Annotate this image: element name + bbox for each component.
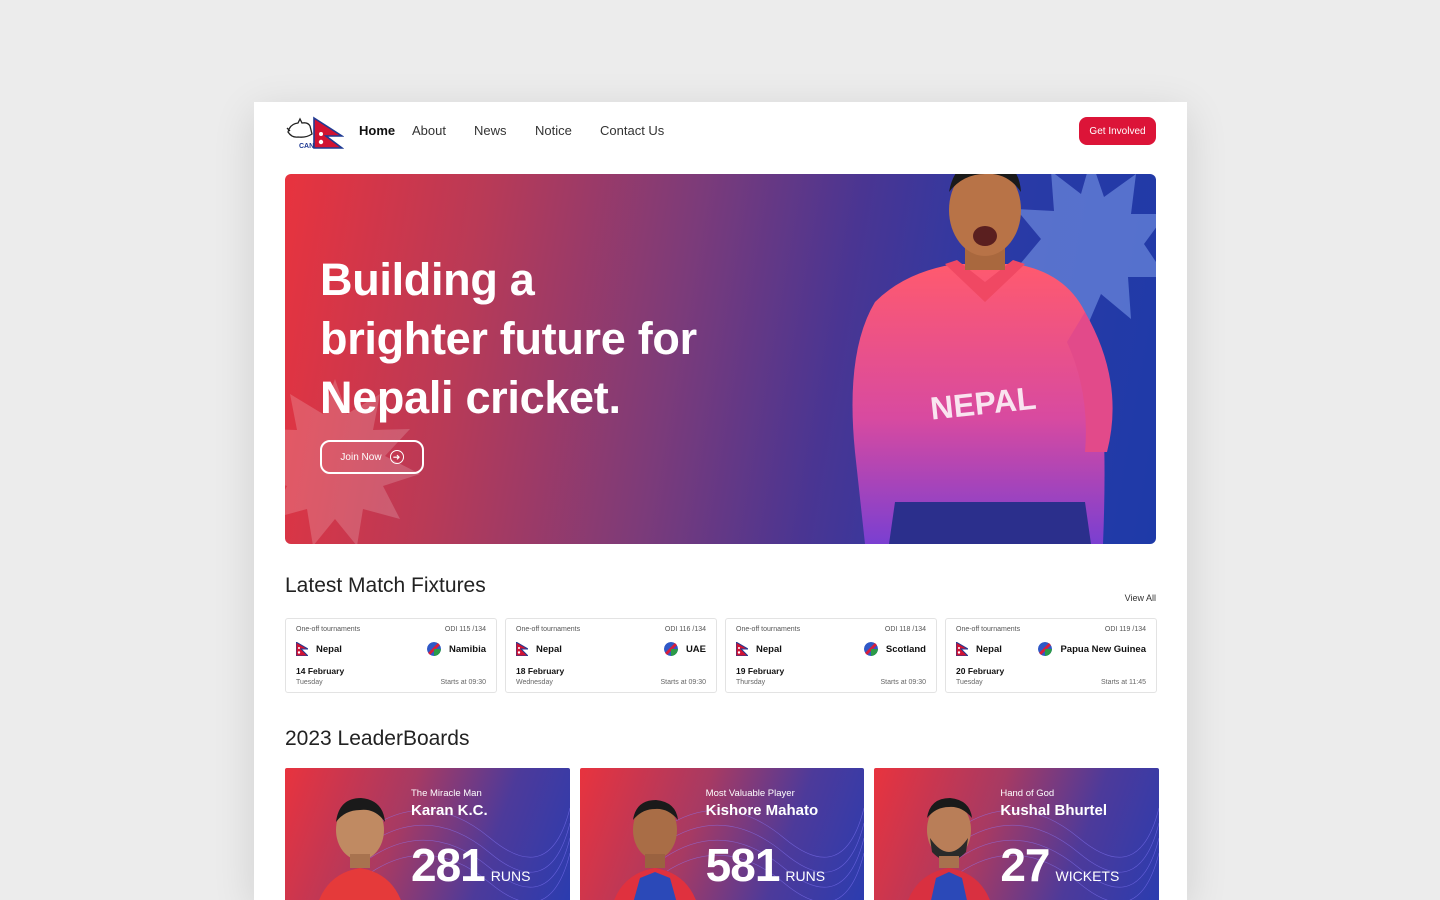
nepal-flag-icon	[956, 642, 968, 656]
fixture-tournament: One-off tournaments	[516, 626, 581, 633]
nav-contact[interactable]: Contact Us	[600, 123, 680, 138]
nepal-flag-icon	[736, 642, 748, 656]
fixture-time: Starts at 09:30	[440, 679, 486, 686]
leader-stat: 581 RUNS	[706, 838, 825, 892]
fixtures-title: Latest Match Fixtures	[285, 574, 486, 597]
join-now-button[interactable]: Join Now ➜	[320, 440, 424, 474]
home-team: Nepal	[956, 642, 1002, 656]
away-team-name: Papua New Guinea	[1060, 643, 1146, 655]
namibia-flag-icon	[1038, 642, 1053, 656]
fixture-card[interactable]: One-off tournaments ODI 119 /134 Nepal P…	[945, 618, 1157, 693]
leader-subtitle: The Miracle Man	[411, 788, 482, 799]
leader-stat: 27 WICKETS	[1000, 838, 1119, 892]
namibia-flag-icon	[863, 642, 878, 656]
home-team-name: Nepal	[976, 643, 1002, 655]
leader-stat-value: 27	[1000, 839, 1050, 891]
namibia-flag-icon	[663, 642, 678, 656]
leader-stat-unit: RUNS	[785, 868, 826, 884]
home-team: Nepal	[736, 642, 782, 656]
view-all-link[interactable]: View All	[1125, 593, 1156, 603]
fixture-code: ODI 116 /134	[664, 626, 706, 633]
fixture-tournament: One-off tournaments	[736, 626, 801, 633]
away-team-name: UAE	[685, 643, 706, 655]
fixture-time: Starts at 11:45	[1100, 679, 1146, 686]
leaderboard-card[interactable]: Most Valuable Player Kishore Mahato 581 …	[579, 768, 865, 900]
player-avatar	[319, 798, 401, 900]
fixture-day: Thursday	[736, 679, 766, 686]
player-avatar	[908, 798, 991, 900]
away-team: Papua New Guinea	[1038, 642, 1146, 656]
fixture-code: ODI 115 /134	[444, 626, 486, 633]
home-team: Nepal	[516, 642, 562, 656]
home-team-name: Nepal	[316, 643, 342, 655]
hero-headline: Building a brighter future for Nepali cr…	[320, 250, 740, 427]
leader-name: Kushal Bhurtel	[1000, 802, 1108, 819]
can-logo[interactable]: CAN	[286, 114, 344, 150]
fixture-day: Tuesday	[956, 679, 983, 686]
home-team-name: Nepal	[536, 643, 562, 655]
top-navigation: CAN Home About News Notice Contact Us Ge…	[254, 102, 1187, 162]
fixture-date: 20 February	[956, 666, 1005, 676]
leader-stat-value: 281	[411, 839, 486, 891]
leader-stat-value: 581	[705, 839, 781, 891]
fixture-tournament: One-off tournaments	[296, 626, 361, 633]
away-team: Scotland	[863, 642, 926, 656]
nav-about[interactable]: About	[412, 123, 474, 138]
leader-subtitle: Most Valuable Player	[705, 788, 795, 799]
arrow-right-icon: ➜	[389, 450, 404, 464]
website-page: CAN Home About News Notice Contact Us Ge…	[254, 102, 1187, 900]
fixture-date: 19 February	[736, 666, 785, 676]
fixture-tournament: One-off tournaments	[956, 626, 1021, 633]
fixture-card[interactable]: One-off tournaments ODI 115 /134 Nepal N…	[285, 618, 497, 693]
fixture-time: Starts at 09:30	[880, 679, 926, 686]
logo-text: CAN	[299, 143, 314, 150]
join-now-label: Join Now	[340, 451, 382, 463]
hero-banner: Building a brighter future for Nepali cr…	[285, 174, 1156, 544]
hero-headline-line: Building a	[320, 254, 535, 305]
home-team: Nepal	[296, 642, 342, 656]
fixture-day: Wednesday	[516, 679, 553, 686]
nav-news[interactable]: News	[474, 123, 535, 138]
fixture-day: Tuesday	[296, 679, 323, 686]
home-team-name: Nepal	[756, 643, 782, 655]
hero-player-image: NEPAL	[852, 174, 1113, 544]
nav-home[interactable]: Home	[359, 123, 412, 138]
leader-stat: 281 RUNS	[411, 838, 530, 892]
fixture-code: ODI 118 /134	[884, 626, 926, 633]
nav-notice[interactable]: Notice	[535, 123, 600, 138]
fixture-card[interactable]: One-off tournaments ODI 116 /134 Nepal U…	[505, 618, 717, 693]
get-involved-button[interactable]: Get Involved	[1079, 117, 1156, 145]
hero-headline-line: Nepali cricket.	[320, 372, 621, 423]
away-team: Namibia	[427, 642, 486, 656]
away-team-name: Namibia	[449, 643, 486, 655]
leader-name: Kishore Mahato	[705, 802, 819, 819]
leaderboard-card[interactable]: The Miracle Man Karan K.C. 281 RUNS	[285, 768, 570, 900]
leaderboard-list: The Miracle Man Karan K.C. 281 RUNS Most…	[285, 768, 1160, 900]
fixture-code: ODI 119 /134	[1104, 626, 1146, 633]
leaderboards-title: 2023 LeaderBoards	[285, 727, 470, 750]
leader-stat-unit: WICKETS	[1055, 868, 1120, 884]
fixture-time: Starts at 09:30	[660, 679, 706, 686]
nepal-flag-icon	[296, 642, 308, 656]
away-team-name: Scotland	[885, 643, 926, 655]
leaderboard-card[interactable]: Hand of God Kushal Bhurtel 27 WICKETS	[874, 768, 1160, 900]
player-avatar	[613, 800, 696, 900]
hero-headline-line: brighter future for	[320, 313, 697, 364]
leader-stat-unit: RUNS	[490, 868, 531, 884]
fixture-date: 18 February	[516, 666, 565, 676]
away-team: UAE	[663, 642, 706, 656]
nepal-flag-icon	[516, 642, 528, 656]
leader-name: Karan K.C.	[411, 802, 488, 819]
namibia-flag-icon	[427, 642, 442, 656]
fixture-date: 14 February	[296, 666, 345, 676]
fixture-card[interactable]: One-off tournaments ODI 118 /134 Nepal S…	[725, 618, 937, 693]
leader-subtitle: Hand of God	[1000, 788, 1055, 799]
fixtures-list: One-off tournaments ODI 115 /134 Nepal N…	[285, 618, 1157, 693]
